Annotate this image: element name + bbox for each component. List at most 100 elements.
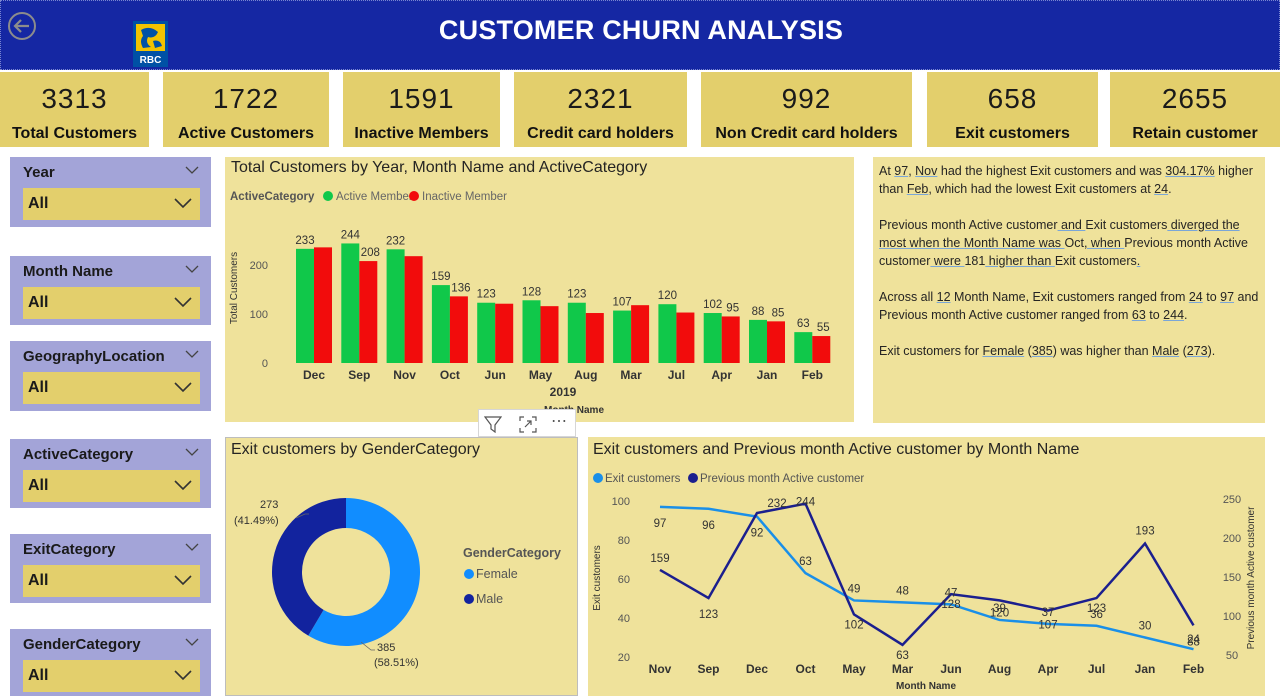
insight-highlight[interactable]: 12 bbox=[937, 290, 951, 304]
insight-highlight[interactable]: 24 bbox=[1154, 182, 1168, 196]
insight-highlight[interactable]: 273 bbox=[1187, 344, 1208, 358]
legend-label[interactable]: Female bbox=[476, 567, 518, 581]
prev-data-label: 232 bbox=[767, 498, 786, 510]
insight-highlight[interactable]: were bbox=[930, 254, 964, 268]
filter-icon[interactable] bbox=[484, 416, 502, 433]
slicer-dropdown[interactable]: All bbox=[23, 188, 200, 220]
chevron-down-icon[interactable] bbox=[174, 297, 192, 308]
insight-highlight[interactable]: 385 bbox=[1032, 344, 1053, 358]
insight-highlight[interactable]: 24 bbox=[1189, 290, 1203, 304]
bar[interactable] bbox=[449, 296, 468, 363]
chevron-down-icon[interactable] bbox=[185, 448, 199, 457]
bar-chart[interactable]: ActiveCategory Active Member Inactive Mem… bbox=[225, 180, 854, 422]
bar[interactable] bbox=[477, 302, 496, 363]
legend-label[interactable]: Exit customers bbox=[605, 473, 681, 485]
slicer-dropdown[interactable]: All bbox=[23, 287, 200, 319]
bar[interactable] bbox=[522, 300, 541, 363]
bar[interactable] bbox=[721, 316, 740, 363]
chevron-down-icon[interactable] bbox=[185, 638, 199, 647]
bar[interactable] bbox=[540, 306, 559, 363]
bar[interactable] bbox=[431, 285, 450, 363]
insight-highlight[interactable]: 304.17% bbox=[1165, 164, 1214, 178]
back-arrow-icon[interactable] bbox=[7, 11, 37, 41]
chevron-down-icon[interactable] bbox=[185, 265, 199, 274]
prev-month-active-line[interactable] bbox=[659, 502, 1195, 647]
bar[interactable] bbox=[676, 312, 695, 363]
insight-highlight[interactable]: higher than bbox=[985, 254, 1055, 268]
slicer-title: Month Name bbox=[23, 263, 113, 280]
prev-data-label: 120 bbox=[990, 607, 1009, 619]
chevron-down-icon[interactable] bbox=[185, 350, 199, 359]
bar[interactable] bbox=[341, 243, 360, 363]
exit-data-label: 97 bbox=[654, 518, 667, 530]
bar[interactable] bbox=[567, 302, 586, 363]
bar[interactable] bbox=[631, 305, 650, 363]
bar[interactable] bbox=[703, 313, 722, 363]
more-options-icon[interactable]: ⋯ bbox=[551, 411, 568, 431]
insight-text: At bbox=[879, 164, 895, 178]
chevron-down-icon[interactable] bbox=[174, 382, 192, 393]
bar[interactable] bbox=[404, 256, 423, 363]
insight-text: to bbox=[1145, 308, 1164, 322]
x-tick-label: Dec bbox=[746, 662, 768, 676]
bar[interactable] bbox=[296, 248, 314, 363]
chevron-down-icon[interactable] bbox=[174, 198, 192, 209]
bar[interactable] bbox=[794, 332, 813, 363]
bar[interactable] bbox=[386, 249, 405, 363]
slicer-selected-value: All bbox=[28, 667, 49, 684]
bar[interactable] bbox=[495, 303, 514, 363]
legend-label[interactable]: Inactive Member bbox=[422, 191, 507, 203]
chevron-down-icon[interactable] bbox=[174, 575, 192, 586]
prev-data-label: 244 bbox=[796, 497, 816, 509]
insight-highlight[interactable]: Feb bbox=[907, 182, 929, 196]
bar[interactable] bbox=[613, 310, 632, 363]
insight-highlight[interactable]: , when bbox=[1084, 236, 1124, 250]
exit-data-label: 96 bbox=[702, 520, 715, 532]
x-tick-label: Nov bbox=[393, 368, 416, 382]
bar[interactable] bbox=[359, 261, 378, 363]
legend-label[interactable]: Previous month Active customer bbox=[700, 473, 864, 485]
insight-highlight[interactable]: 63 bbox=[1132, 308, 1146, 322]
legend-title: ActiveCategory bbox=[230, 191, 315, 203]
slicer-dropdown[interactable]: All bbox=[23, 660, 200, 692]
chevron-down-icon[interactable] bbox=[174, 670, 192, 681]
bar[interactable] bbox=[658, 304, 677, 363]
focus-mode-icon[interactable] bbox=[519, 416, 537, 433]
y-tick-label: 0 bbox=[262, 358, 268, 370]
exit-data-label: 92 bbox=[751, 528, 764, 540]
x-tick-label: Jan bbox=[757, 368, 778, 382]
bar[interactable] bbox=[767, 321, 785, 363]
insight-highlight[interactable]: Female bbox=[983, 344, 1025, 358]
y-axis: 20 40 60 80 100 bbox=[612, 496, 630, 664]
slicer-dropdown[interactable]: All bbox=[23, 565, 200, 597]
insight-highlight[interactable]: and bbox=[1058, 218, 1086, 232]
insight-highlight[interactable]: Nov bbox=[915, 164, 937, 178]
insight-highlight[interactable]: 97 bbox=[894, 164, 908, 178]
insight-highlight[interactable]: Male bbox=[1152, 344, 1179, 358]
chevron-down-icon[interactable] bbox=[185, 543, 199, 552]
insight-highlight[interactable]: 97 bbox=[1220, 290, 1234, 304]
x-axis: Nov Sep Dec Oct May Mar Jun Aug Apr Jul Jan Feb bbox=[649, 662, 1205, 676]
bar[interactable] bbox=[812, 336, 831, 363]
chevron-down-icon[interactable] bbox=[185, 166, 199, 175]
line-chart[interactable]: Exit customers Previous month Active cust… bbox=[588, 460, 1265, 696]
bar[interactable] bbox=[314, 247, 332, 363]
chevron-down-icon[interactable] bbox=[174, 480, 192, 491]
exit-data-label: 47 bbox=[945, 587, 958, 599]
kpi-value: 992 bbox=[781, 83, 832, 114]
bar[interactable] bbox=[585, 313, 604, 363]
prev-data-label: 63 bbox=[896, 650, 909, 662]
kpi-value: 658 bbox=[987, 83, 1038, 114]
insight-highlight[interactable]: . bbox=[1137, 254, 1140, 268]
insight-highlight[interactable]: 244 bbox=[1163, 308, 1184, 322]
legend-label[interactable]: Male bbox=[476, 592, 503, 606]
x-axis-title: Month Name bbox=[896, 681, 956, 692]
slicer-dropdown[interactable]: All bbox=[23, 470, 200, 502]
insight-text: , which had the lowest Exit customers at bbox=[928, 182, 1155, 196]
y-tick-label: 100 bbox=[612, 496, 630, 508]
slicer-dropdown[interactable]: All bbox=[23, 372, 200, 404]
y-tick-label: 60 bbox=[618, 574, 630, 586]
donut-chart[interactable]: 385 (58.51%) 273 (41.49%) GenderCategory Fe… bbox=[225, 460, 578, 696]
legend-label[interactable]: Active Member bbox=[336, 191, 413, 203]
bar[interactable] bbox=[749, 319, 767, 363]
